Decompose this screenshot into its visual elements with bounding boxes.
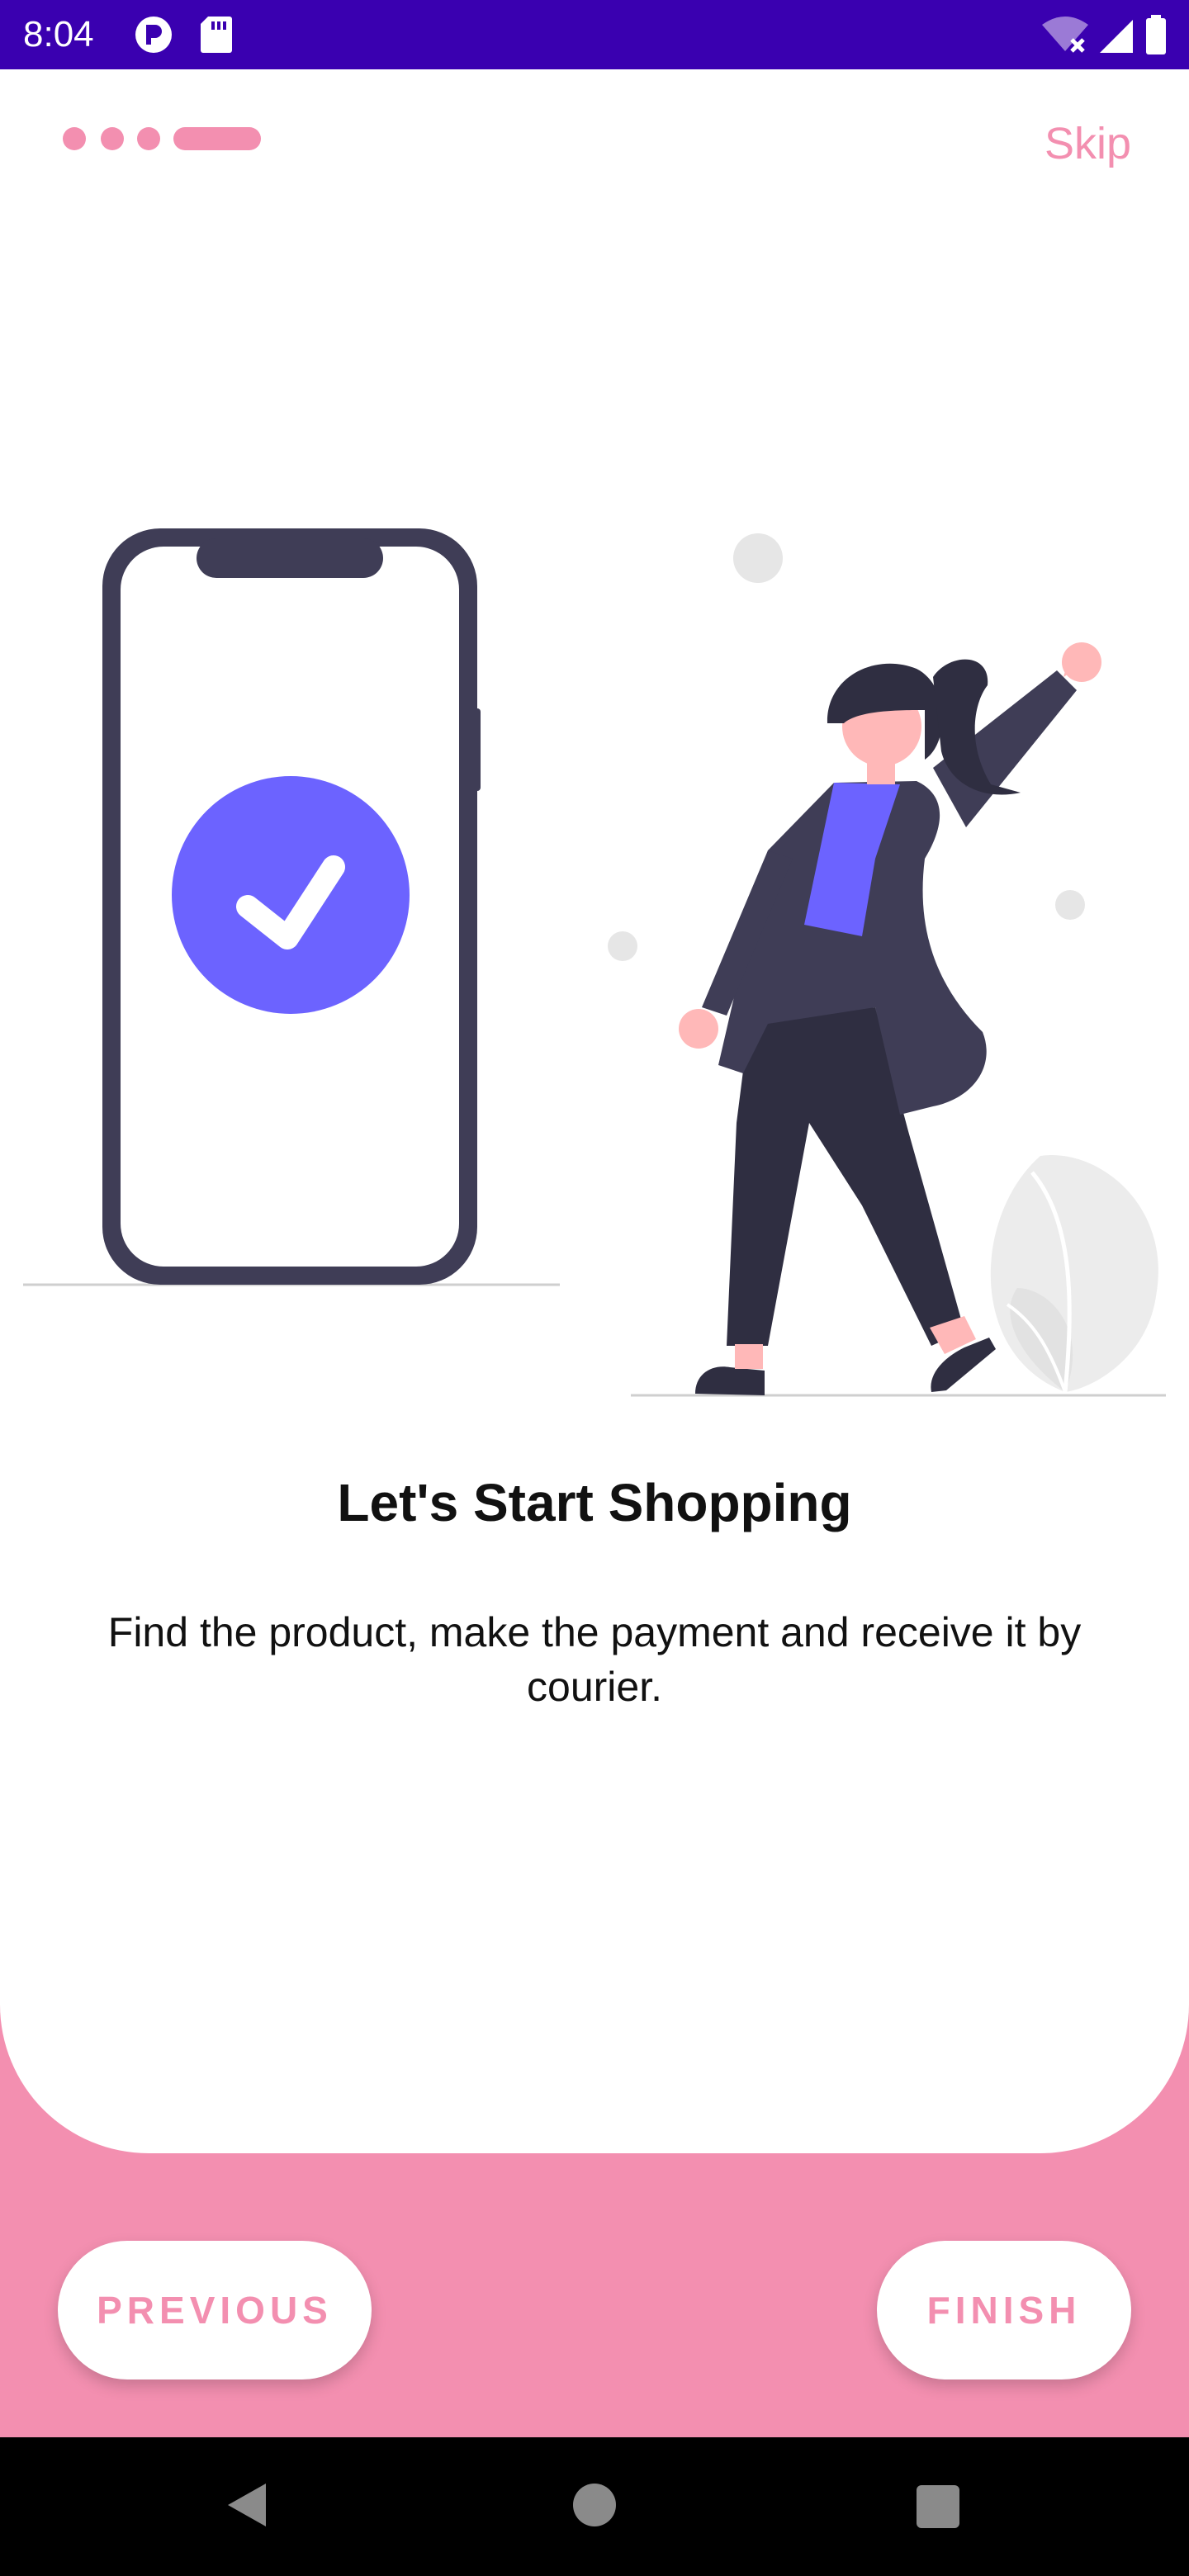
- signal-icon: [1100, 20, 1133, 53]
- home-icon[interactable]: [573, 2484, 616, 2526]
- status-bar: 8:04: [0, 0, 1189, 69]
- wifi-off-icon: [1042, 17, 1088, 53]
- status-time: 8:04: [23, 14, 94, 54]
- page-dot: [101, 127, 124, 150]
- battery-icon: [1146, 15, 1166, 54]
- onboarding-illustration: [23, 528, 1166, 1397]
- page-dot: [137, 127, 160, 150]
- recents-icon[interactable]: [917, 2485, 959, 2528]
- checkmark-icon: [172, 776, 410, 1014]
- page-dot: [63, 127, 86, 150]
- previous-button[interactable]: PREVIOUS: [58, 2241, 372, 2379]
- p-circle-icon: [135, 17, 172, 53]
- finish-button[interactable]: FINISH: [877, 2241, 1131, 2379]
- skip-button[interactable]: Skip: [1045, 117, 1131, 170]
- sd-card-icon: [201, 17, 232, 53]
- status-right-icons: [1042, 15, 1166, 54]
- navigation-bar: [0, 2437, 1189, 2576]
- plant-illustration: [990, 1155, 1158, 1393]
- page-title: Let's Start Shopping: [337, 1473, 852, 1532]
- back-icon[interactable]: [223, 2480, 269, 2530]
- page-description: Find the product, make the payment and r…: [107, 1609, 1082, 1710]
- phone-illustration: [102, 528, 481, 1285]
- page-dot-active: [173, 127, 261, 150]
